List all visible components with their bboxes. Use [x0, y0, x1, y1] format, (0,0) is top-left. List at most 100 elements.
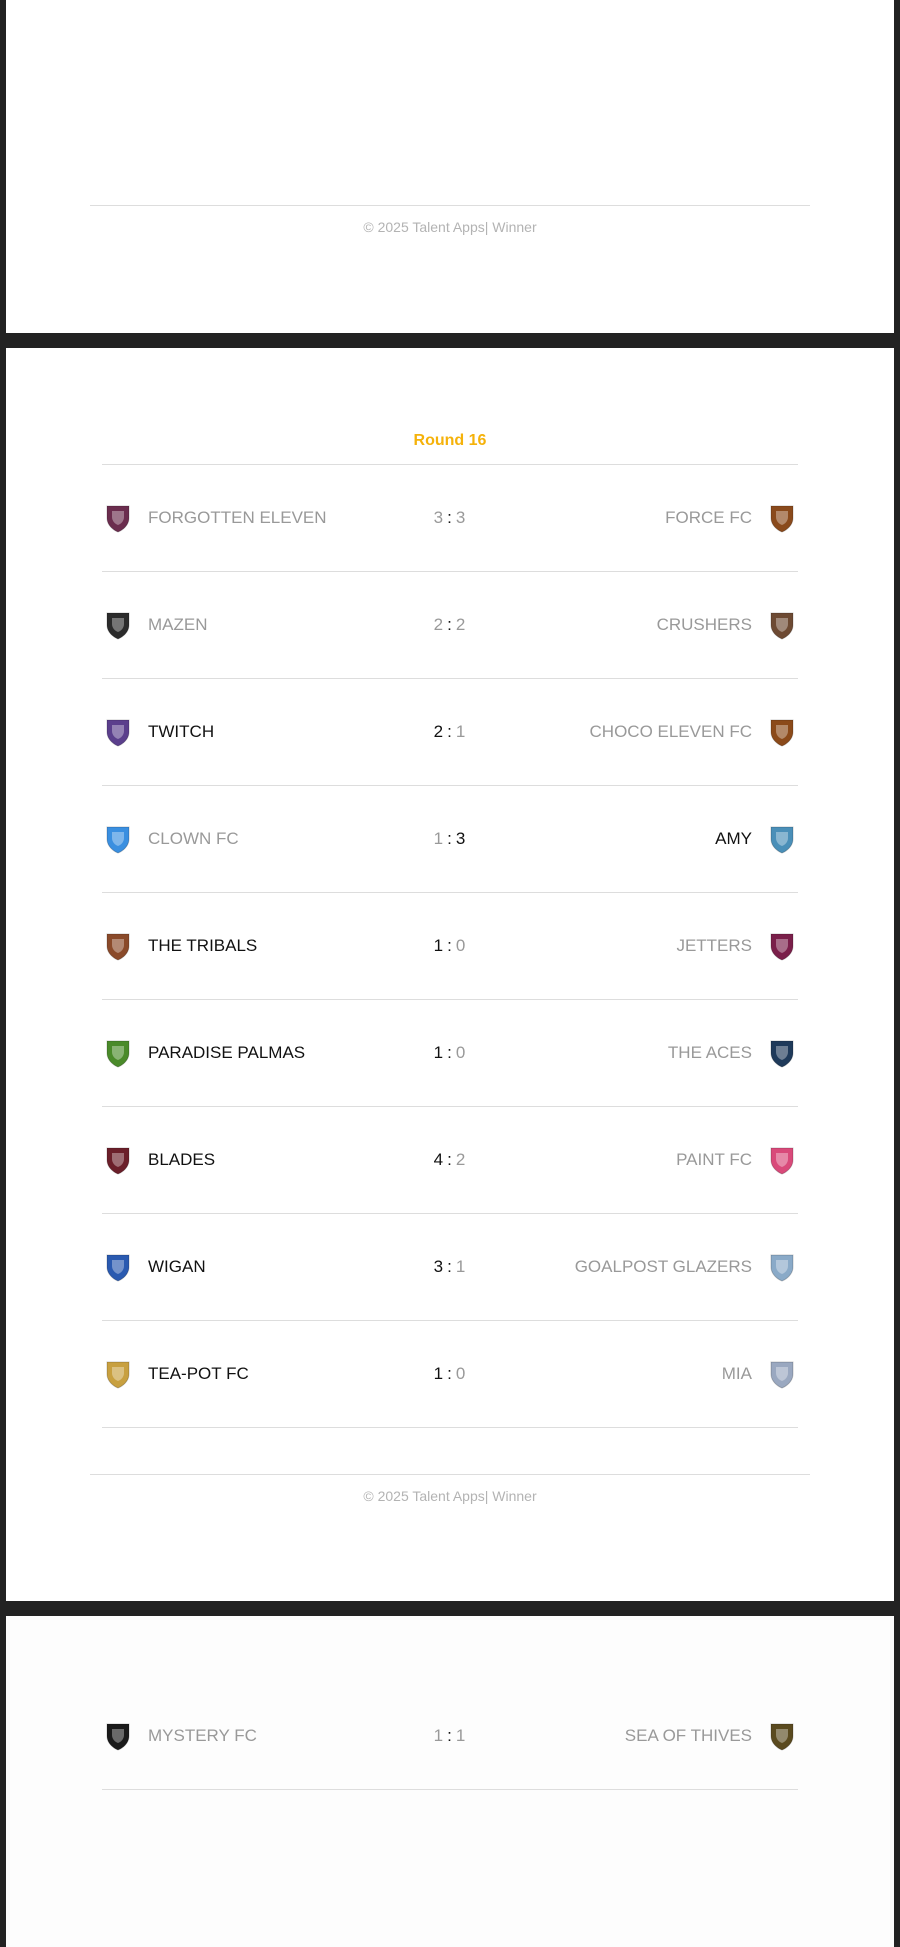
home-team-name: CLOWN FC: [148, 829, 239, 848]
match-row[interactable]: TEA-POT FC 1 : 0 MIA: [102, 1321, 798, 1428]
round-16-page: Round 16 FORGOTTEN ELEVEN 3 : 3 FORCE FC…: [6, 348, 894, 1601]
match-score: 1 : 0: [400, 893, 500, 999]
wigan-crest-icon: [102, 1251, 134, 1283]
home-team-name: MAZEN: [148, 615, 208, 634]
previous-round-page: © 2025 Talent Apps| Winner: [6, 0, 894, 333]
match-score: 1 : 1: [400, 1683, 500, 1789]
round-title: Round 16: [413, 432, 487, 449]
away-team-name: MIA: [721, 1364, 752, 1383]
away-score: 0: [455, 936, 467, 955]
mystery-fc-crest-icon: [102, 1720, 134, 1752]
home-team[interactable]: CLOWN FC: [102, 786, 239, 892]
away-team[interactable]: CHOCO ELEVEN FC: [590, 679, 798, 785]
match-score: 1 : 0: [400, 1000, 500, 1106]
match-row[interactable]: CLOWN FC 1 : 3 AMY: [102, 786, 798, 893]
paint-fc-crest-icon: [766, 1144, 798, 1176]
away-team[interactable]: THE ACES: [668, 1000, 798, 1106]
amy-crest-icon: [766, 823, 798, 855]
home-team-name: WIGAN: [148, 1257, 206, 1276]
home-score: 1: [433, 1043, 445, 1062]
tea-pot-fc-crest-icon: [102, 1358, 134, 1390]
away-team-name: CHOCO ELEVEN FC: [589, 722, 752, 741]
away-score: 2: [455, 1150, 467, 1169]
away-team[interactable]: GOALPOST GLAZERS: [575, 1214, 798, 1320]
home-score: 1: [433, 936, 445, 955]
match-row[interactable]: TWITCH 2 : 1 CHOCO ELEVEN FC: [102, 679, 798, 786]
match-row[interactable]: PARADISE PALMAS 1 : 0 THE ACES: [102, 1000, 798, 1107]
score-separator: :: [447, 1043, 453, 1062]
away-score: 3: [455, 829, 467, 848]
home-score: 2: [433, 615, 445, 634]
away-score: 1: [455, 722, 467, 741]
home-team[interactable]: PARADISE PALMAS: [102, 1000, 305, 1106]
away-team[interactable]: JETTERS: [676, 893, 798, 999]
away-team-name: THE ACES: [667, 1043, 752, 1062]
away-team[interactable]: FORCE FC: [665, 465, 798, 571]
away-team[interactable]: PAINT FC: [676, 1107, 798, 1213]
away-team[interactable]: CRUSHERS: [657, 572, 798, 678]
home-score: 1: [433, 1364, 445, 1383]
mazen-crest-icon: [102, 609, 134, 641]
jetters-crest-icon: [766, 930, 798, 962]
match-list: MYSTERY FC 1 : 1 SEA OF THIVES: [102, 1683, 798, 1790]
home-team[interactable]: MYSTERY FC: [102, 1683, 257, 1789]
the-tribals-crest-icon: [102, 930, 134, 962]
away-team-name: JETTERS: [676, 936, 752, 955]
choco-eleven-fc-crest-icon: [766, 716, 798, 748]
home-team-name: THE TRIBALS: [148, 936, 258, 955]
home-team[interactable]: WIGAN: [102, 1214, 206, 1320]
away-team[interactable]: SEA OF THIVES: [625, 1683, 798, 1789]
the-aces-crest-icon: [766, 1037, 798, 1069]
home-score: 1: [433, 1726, 445, 1745]
match-row[interactable]: THE TRIBALS 1 : 0 JETTERS: [102, 893, 798, 1000]
match-row[interactable]: WIGAN 3 : 1 GOALPOST GLAZERS: [102, 1214, 798, 1321]
home-score: 3: [433, 508, 445, 527]
away-score: 0: [455, 1043, 467, 1062]
page-footer: © 2025 Talent Apps| Winner: [90, 205, 810, 235]
paradise-palmas-crest-icon: [102, 1037, 134, 1069]
match-score: 3 : 3: [400, 465, 500, 571]
blades-crest-icon: [102, 1144, 134, 1176]
score-separator: :: [447, 829, 453, 848]
match-row[interactable]: BLADES 4 : 2 PAINT FC: [102, 1107, 798, 1214]
away-score: 1: [455, 1257, 467, 1276]
away-team-name: PAINT FC: [676, 1150, 752, 1169]
page-footer: © 2025 Talent Apps| Winner: [90, 1474, 810, 1504]
match-row[interactable]: MAZEN 2 : 2 CRUSHERS: [102, 572, 798, 679]
away-team[interactable]: AMY: [715, 786, 798, 892]
force-fc-crest-icon: [766, 502, 798, 534]
away-team-name: SEA OF THIVES: [624, 1726, 752, 1745]
next-round-page: MYSTERY FC 1 : 1 SEA OF THIVES: [6, 1616, 894, 1947]
match-score: 1 : 3: [400, 786, 500, 892]
home-team-name: MYSTERY FC: [148, 1726, 257, 1745]
home-score: 4: [433, 1150, 445, 1169]
score-separator: :: [447, 615, 453, 634]
home-team-name: TWITCH: [148, 722, 215, 741]
score-separator: :: [447, 1726, 453, 1745]
score-separator: :: [447, 1364, 453, 1383]
home-team[interactable]: TEA-POT FC: [102, 1321, 249, 1427]
score-separator: :: [447, 508, 453, 527]
away-score: 1: [455, 1726, 467, 1745]
away-team-name: CRUSHERS: [656, 615, 752, 634]
home-team[interactable]: THE TRIBALS: [102, 893, 257, 999]
home-team[interactable]: TWITCH: [102, 679, 214, 785]
score-separator: :: [447, 936, 453, 955]
home-team[interactable]: MAZEN: [102, 572, 208, 678]
match-row[interactable]: FORGOTTEN ELEVEN 3 : 3 FORCE FC: [102, 465, 798, 572]
away-team[interactable]: MIA: [722, 1321, 798, 1427]
match-list: FORGOTTEN ELEVEN 3 : 3 FORCE FC MAZEN 2 …: [102, 465, 798, 1428]
away-score: 0: [455, 1364, 467, 1383]
forgotten-eleven-crest-icon: [102, 502, 134, 534]
home-team[interactable]: BLADES: [102, 1107, 215, 1213]
goalpost-glazers-crest-icon: [766, 1251, 798, 1283]
match-row[interactable]: MYSTERY FC 1 : 1 SEA OF THIVES: [102, 1683, 798, 1790]
home-team[interactable]: FORGOTTEN ELEVEN: [102, 465, 327, 571]
home-team-name: FORGOTTEN ELEVEN: [148, 508, 327, 527]
mia-crest-icon: [766, 1358, 798, 1390]
away-score: 3: [455, 508, 467, 527]
home-team-name: TEA-POT FC: [148, 1364, 249, 1383]
home-score: 2: [433, 722, 445, 741]
score-separator: :: [447, 722, 453, 741]
away-team-name: AMY: [715, 829, 752, 848]
